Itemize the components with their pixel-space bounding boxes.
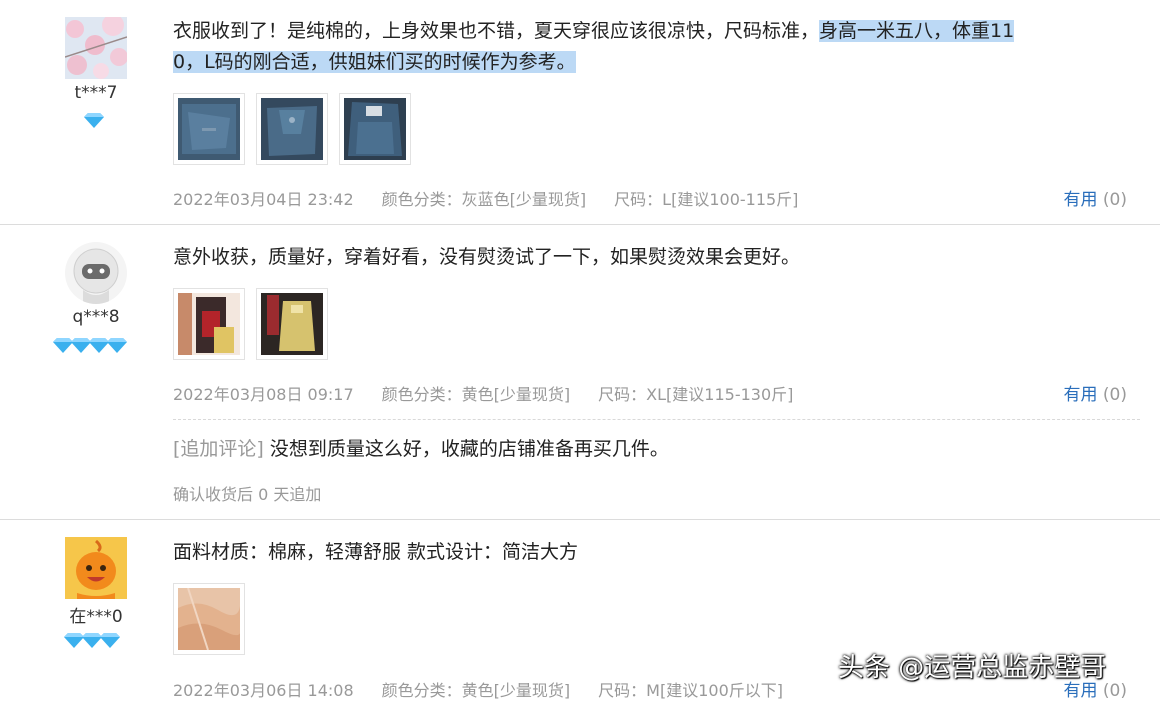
followup-tag: [追加评论] <box>173 438 264 460</box>
review-meta: 2022年03月08日 09:17 颜色分类：黄色[少量现货] 尺码：XL[建议11… <box>173 385 794 404</box>
followup-text: 没想到质量这么好，收藏的店铺准备再买几件。 <box>269 438 669 460</box>
review-photo[interactable] <box>339 93 411 165</box>
user-level-badge <box>53 337 127 357</box>
diamond-icon <box>84 112 104 128</box>
review-date: 2022年03月08日 09:17 <box>173 385 354 404</box>
avatar[interactable] <box>65 17 127 79</box>
review-text: 意外收获，质量好，穿着好看，没有熨烫试了一下，如果熨烫效果会更好。 <box>173 246 801 268</box>
diamond-icon <box>107 337 127 353</box>
diamond-icon <box>64 632 84 648</box>
avatar[interactable] <box>65 242 127 304</box>
color-category: 黄色[少量现货] <box>461 385 571 404</box>
useful-count: (0) <box>1102 385 1127 405</box>
review-date: 2022年03月04日 23:42 <box>173 190 354 209</box>
review-divider <box>0 519 1160 520</box>
followup-note: 确认收货后 0 天追加 <box>173 485 322 504</box>
size-value: M[建议100斤以下] <box>646 681 784 700</box>
diamond-icon <box>71 337 91 353</box>
watermark: 头条 @运营总监赤壁哥 <box>838 653 1107 683</box>
useful-count: (0) <box>1102 681 1127 701</box>
followup-review: [追加评论] 没想到质量这么好，收藏的店铺准备再买几件。 <box>173 434 669 461</box>
username[interactable]: 在***0 <box>41 602 151 627</box>
review-date: 2022年03月06日 14:08 <box>173 681 354 700</box>
useful-button[interactable]: 有用 (0) <box>1064 380 1128 405</box>
review-divider <box>0 224 1160 225</box>
color-category: 黄色[少量现货] <box>461 681 571 700</box>
username[interactable]: t***7 <box>41 83 151 103</box>
user-level-badge <box>84 112 104 132</box>
review-photo[interactable] <box>256 288 328 360</box>
useful-button[interactable]: 有用 (0) <box>1064 185 1128 210</box>
diamond-icon <box>100 632 120 648</box>
avatar[interactable] <box>65 537 127 599</box>
diamond-icon <box>89 337 109 353</box>
review-photo[interactable] <box>173 583 245 655</box>
size-value: L[建议100-115斤] <box>662 190 799 209</box>
followup-divider <box>173 419 1140 420</box>
diamond-icon <box>82 632 102 648</box>
review-text: 面料材质：棉麻，轻薄舒服 款式设计：简洁大方 <box>173 541 579 563</box>
selected-text: 身高一米五八，体重11 <box>819 20 1015 42</box>
useful-count: (0) <box>1102 190 1127 210</box>
review-photo[interactable] <box>173 93 245 165</box>
review-meta: 2022年03月06日 14:08 颜色分类：黄色[少量现货] 尺码：M[建议100… <box>173 681 784 700</box>
username[interactable]: q***8 <box>41 307 151 327</box>
diamond-icon <box>53 337 73 353</box>
color-category: 灰蓝色[少量现货] <box>461 190 587 209</box>
selected-text: 0，L码的刚合适，供姐妹们买的时候作为参考。 <box>173 51 576 73</box>
review-text: 衣服收到了！是纯棉的，上身效果也不错，夏天穿很应该很凉快，尺码标准，身高一米五八… <box>173 20 1015 73</box>
review-photo[interactable] <box>173 288 245 360</box>
review-photo[interactable] <box>256 93 328 165</box>
user-level-badge <box>64 632 120 652</box>
size-value: XL[建议115-130斤] <box>646 385 794 404</box>
review-meta: 2022年03月04日 23:42 颜色分类：灰蓝色[少量现货] 尺码：L[建议10… <box>173 190 799 209</box>
